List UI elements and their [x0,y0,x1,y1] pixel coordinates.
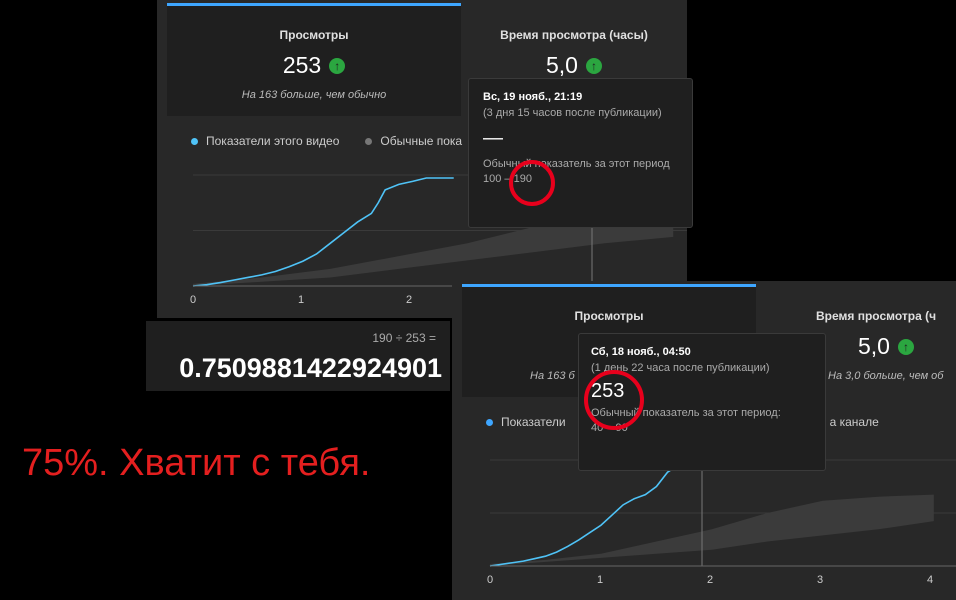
legend-label: Показатели этого видео [206,134,340,148]
watch-time-value: 5,0 [858,333,890,359]
tab-value: 253 ↑ [282,52,346,79]
x-tick-label: 4 [927,574,933,586]
calc-expression: 190 ÷ 253 = [372,331,436,345]
legend-dot-icon [486,418,493,426]
x-tick-label: 0 [487,574,493,586]
tab-title: Просмотры [574,309,644,323]
caption-text: 75%. Хватит с тебя. [22,442,371,484]
tab-title: Время просмотра (ч [816,309,937,323]
x-tick-label: 1 [298,294,304,305]
x-tick-label: 3 [817,574,823,586]
x-tick-label: 2 [406,294,412,305]
highlight-circle [584,370,644,430]
legend-dot-icon [191,137,198,145]
trend-up-icon: ↑ [329,57,346,74]
typical-range-band [490,494,934,566]
tooltip-value: — [483,127,503,149]
tooltip-date: Вс, 19 нояб., 21:19 [483,91,583,103]
tooltip-after: (3 дня 15 часов после публикации) [483,107,662,119]
tooltip-typical-label: Обычный показатель за этот период [483,158,670,170]
views-value: 253 [282,52,322,78]
tab-title: Время просмотра (часы) [500,28,648,42]
x-tick-label: 1 [597,574,603,586]
tooltip-date: Сб, 18 нояб., 04:50 [591,346,691,358]
tab-value: 5,0 ↑ [858,333,914,360]
watch-time-value: 5,0 [546,52,578,78]
trend-up-icon: ↑ [585,57,602,74]
views-chart-bottom[interactable]: 0 1 2 3 4 [452,450,956,590]
calc-result: 0.7509881422924901 [179,353,442,383]
tooltip-top: Вс, 19 нояб., 21:19 (3 дня 15 часов посл… [468,78,693,228]
legend-label: Показатели [501,415,566,429]
tab-subtitle: На 163 больше, чем обычно [241,89,387,101]
trend-up-icon: ↑ [897,338,914,355]
legend-dot-icon [365,137,373,145]
x-tick-label: 0 [190,294,196,305]
legend-label: Обычные пока [380,134,463,148]
chart-legend: Показатели этого видео Обычные пока [191,134,462,148]
highlight-circle [509,160,555,206]
legend-label: а канале [829,415,879,429]
tab-value: 5,0 ↑ [546,52,602,79]
tab-views[interactable]: Просмотры 253 ↑ На 163 больше, чем обычн… [167,3,461,116]
calculator-display: 190 ÷ 253 = 0.7509881422924901 [146,321,450,391]
tab-title: Просмотры [279,28,349,42]
x-tick-label: 2 [707,574,713,586]
